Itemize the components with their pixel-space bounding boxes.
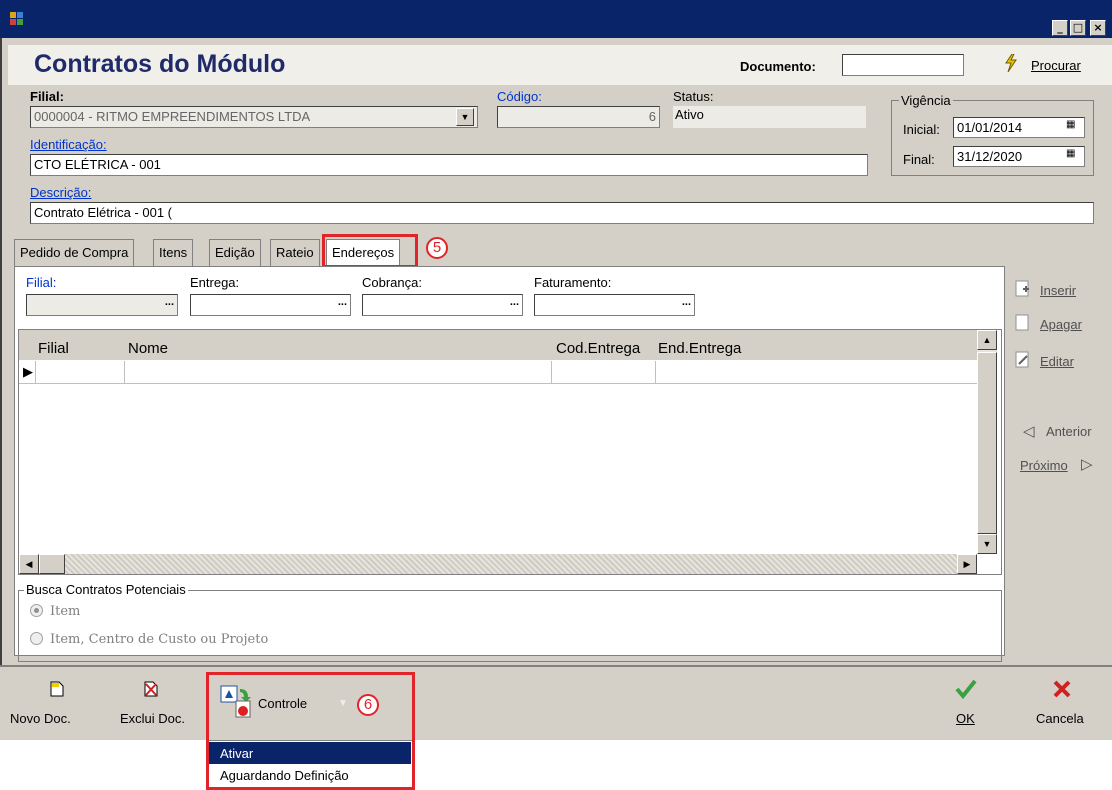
inserir-icon [1014, 280, 1032, 301]
annotation-box [322, 234, 418, 268]
column-header-nome[interactable]: Nome [128, 340, 168, 357]
inicial-label: Inicial: [903, 122, 940, 137]
horizontal-scrollbar[interactable] [19, 554, 977, 574]
column-divider [655, 361, 656, 384]
anterior-arrow-icon: ◁ [1023, 423, 1035, 440]
tab-edicao[interactable]: Edição [209, 239, 261, 266]
calendar-icon[interactable]: ▦ [1066, 148, 1075, 159]
radio-item[interactable] [30, 604, 43, 617]
entrega-label: Entrega: [190, 275, 240, 290]
cancela-button[interactable]: Cancela [1036, 711, 1084, 726]
scroll-left-icon[interactable]: ◀ [19, 554, 39, 574]
proximo-arrow-icon: ▷ [1081, 456, 1093, 473]
column-header-cod-entrega[interactable]: Cod.Entrega [556, 340, 640, 357]
identificacao-input[interactable]: CTO ELÉTRICA - 001 [30, 154, 868, 176]
lightning-icon [1003, 53, 1019, 75]
descricao-label: Descrição: [30, 185, 92, 200]
scroll-down-icon[interactable]: ▼ [977, 534, 997, 554]
chevron-down-icon[interactable]: ▼ [456, 108, 474, 126]
row-pointer-icon: ▶ [23, 364, 33, 379]
proximo-button[interactable]: Próximo [1020, 458, 1068, 473]
filial-field-label: Filial: [26, 275, 57, 290]
radio-item-centro[interactable] [30, 632, 43, 645]
filial-lookup[interactable]: ... [26, 294, 178, 316]
cancel-x-icon [1052, 679, 1072, 702]
column-divider [124, 361, 125, 384]
annotation-box [206, 672, 415, 790]
scroll-right-icon[interactable]: ▶ [957, 554, 977, 574]
page-title: Contratos do Módulo [34, 50, 286, 78]
tab-itens[interactable]: Itens [153, 239, 194, 266]
ellipsis-icon[interactable]: ... [682, 296, 691, 308]
novo-doc-button[interactable]: Novo Doc. [10, 711, 71, 726]
codigo-label: Código: [497, 89, 542, 104]
descricao-input[interactable]: Contrato Elétrica - 001 ( [30, 202, 1094, 224]
exclui-doc-button[interactable]: Exclui Doc. [120, 711, 185, 726]
minimize-button[interactable]: _ [1052, 20, 1068, 36]
ellipsis-icon[interactable]: ... [165, 296, 174, 308]
new-document-icon [50, 681, 64, 700]
status-value: Ativo [673, 106, 866, 128]
window-titlebar [0, 0, 1112, 38]
faturamento-label: Faturamento: [534, 275, 612, 290]
app-icon [10, 12, 24, 26]
table-row[interactable] [19, 361, 977, 384]
cobranca-label: Cobrança: [362, 275, 422, 290]
final-label: Final: [903, 152, 935, 167]
annotation-marker: 5 [426, 237, 448, 259]
cobranca-lookup[interactable]: ... [362, 294, 523, 316]
documento-input[interactable] [842, 54, 964, 76]
vigencia-label: Vigência [899, 93, 953, 108]
anterior-button[interactable]: Anterior [1046, 424, 1092, 439]
ellipsis-icon[interactable]: ... [338, 296, 347, 308]
procurar-button[interactable]: Procurar [1031, 58, 1081, 73]
close-window-button[interactable]: × [1090, 20, 1106, 36]
scroll-h-thumb[interactable] [39, 554, 65, 574]
scroll-thumb[interactable] [977, 352, 997, 534]
column-divider [551, 361, 552, 384]
faturamento-lookup[interactable]: ... [534, 294, 695, 316]
busca-title: Busca Contratos Potenciais [24, 582, 188, 597]
bottom-empty-area [0, 740, 1112, 790]
codigo-field: 6 [497, 106, 660, 128]
calendar-icon[interactable]: ▦ [1066, 119, 1075, 130]
filial-select[interactable]: 0000004 - RITMO EMPREENDIMENTOS LTDA [30, 106, 478, 128]
documento-label: Documento: [740, 59, 816, 74]
column-header-end-entrega[interactable]: End.Entrega [658, 340, 741, 357]
busca-group [18, 590, 1002, 662]
editar-icon [1014, 351, 1032, 372]
entrega-lookup[interactable]: ... [190, 294, 351, 316]
radio-item-label: Item [50, 604, 81, 619]
ellipsis-icon[interactable]: ... [510, 296, 519, 308]
tab-rateio[interactable]: Rateio [270, 239, 320, 266]
maximize-button[interactable]: □ [1070, 20, 1086, 36]
filial-label: Filial: [30, 89, 64, 104]
apagar-button[interactable]: Apagar [1040, 317, 1082, 332]
tab-pedido-de-compra[interactable]: Pedido de Compra [14, 239, 135, 266]
editar-button[interactable]: Editar [1040, 354, 1074, 369]
ok-button[interactable]: OK [956, 711, 975, 726]
column-divider [35, 361, 36, 384]
inserir-button[interactable]: Inserir [1040, 283, 1076, 298]
scroll-up-icon[interactable]: ▲ [977, 330, 997, 350]
apagar-icon [1014, 314, 1032, 335]
identificacao-label: Identificação: [30, 137, 107, 152]
bottom-toolbar [0, 665, 1112, 740]
delete-document-icon [143, 681, 159, 700]
column-header-filial[interactable]: Filial [38, 340, 69, 357]
radio-item-centro-label: Item, Centro de Custo ou Projeto [50, 632, 269, 647]
status-label: Status: [673, 89, 714, 104]
check-icon [955, 679, 977, 702]
